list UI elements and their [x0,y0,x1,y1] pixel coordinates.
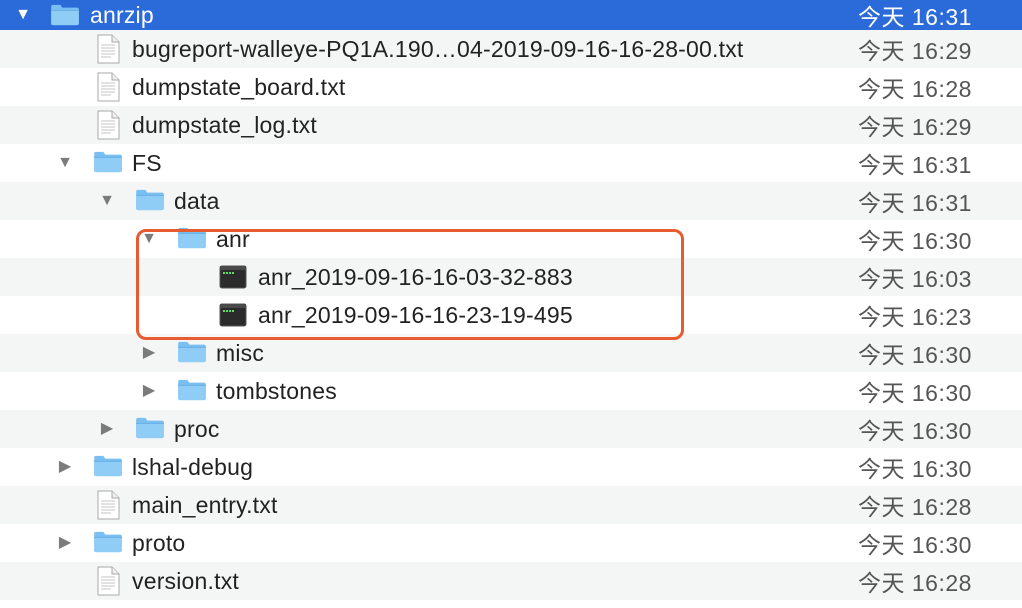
list-item[interactable]: anr_2019-09-16-16-23-19-495 今天 16:23 [0,296,1022,334]
item-date: 今天 16:28 [858,76,972,102]
item-name: proto [132,529,186,556]
item-name: FS [132,149,162,176]
list-item[interactable]: ▼ anrzip 今天 16:31 [0,0,1022,30]
list-item[interactable]: ▶ lshal-debug 今天 16:30 [0,448,1022,486]
list-item[interactable]: main_entry.txt 今天 16:28 [0,486,1022,524]
folder-icon [177,341,207,363]
chevron-down-icon[interactable]: ▼ [96,190,118,212]
item-date: 今天 16:28 [858,570,972,596]
item-date: 今天 16:30 [858,456,972,482]
folder-icon [177,227,207,249]
item-name: lshal-debug [132,453,254,480]
terminal-icon [219,303,247,327]
item-date: 今天 16:30 [858,380,972,406]
item-date: 今天 16:31 [858,190,972,216]
list-item[interactable]: ▶ proto 今天 16:30 [0,524,1022,562]
folder-icon [135,417,165,439]
item-name: tombstones [216,377,337,404]
list-item[interactable]: bugreport-walleye-PQ1A.190…04-2019-09-16… [0,30,1022,68]
item-date: 今天 16:03 [858,266,972,292]
folder-icon [135,189,165,211]
item-name: proc [174,415,220,442]
item-date: 今天 16:29 [858,38,972,64]
item-date: 今天 16:23 [858,304,972,330]
item-name: dumpstate_log.txt [132,111,317,138]
list-item[interactable]: ▶ misc 今天 16:30 [0,334,1022,372]
chevron-down-icon[interactable]: ▼ [138,228,160,250]
item-name: dumpstate_board.txt [132,73,346,100]
chevron-right-icon[interactable]: ▶ [96,418,118,440]
item-name: misc [216,339,265,366]
folder-icon [177,379,207,401]
item-name: anrzip [90,1,154,28]
list-item[interactable]: ▼ data 今天 16:31 [0,182,1022,220]
chevron-right-icon[interactable]: ▶ [54,456,76,478]
item-name: anr_2019-09-16-16-23-19-495 [258,301,573,328]
list-item[interactable]: dumpstate_board.txt 今天 16:28 [0,68,1022,106]
item-date: 今天 16:30 [858,342,972,368]
chevron-right-icon[interactable]: ▶ [138,342,160,364]
chevron-right-icon[interactable]: ▶ [54,532,76,554]
folder-icon [93,455,123,477]
chevron-down-icon[interactable]: ▼ [54,152,76,174]
text-file-icon [97,490,120,520]
text-file-icon [97,110,120,140]
list-item[interactable]: version.txt 今天 16:28 [0,562,1022,600]
item-date: 今天 16:28 [858,494,972,520]
item-date: 今天 16:30 [858,228,972,254]
list-item[interactable]: ▼ FS 今天 16:31 [0,144,1022,182]
chevron-down-icon[interactable]: ▼ [12,4,34,26]
text-file-icon [97,566,120,596]
item-date: 今天 16:31 [858,4,972,30]
text-file-icon [97,34,120,64]
folder-icon [93,531,123,553]
chevron-right-icon[interactable]: ▶ [138,380,160,402]
list-item[interactable]: ▶ proc 今天 16:30 [0,410,1022,448]
terminal-icon [219,265,247,289]
list-item[interactable]: dumpstate_log.txt 今天 16:29 [0,106,1022,144]
item-name: bugreport-walleye-PQ1A.190…04-2019-09-16… [132,35,744,62]
list-item[interactable]: ▼ anr 今天 16:30 [0,220,1022,258]
item-name: main_entry.txt [132,491,278,518]
item-name: version.txt [132,567,240,594]
item-name: anr_2019-09-16-16-03-32-883 [258,263,573,290]
item-date: 今天 16:30 [858,418,972,444]
item-date: 今天 16:29 [858,114,972,140]
item-name: data [174,187,220,214]
folder-icon [93,151,123,173]
file-list: ▼ anrzip 今天 16:31 bugreport-walleye-PQ1A… [0,0,1022,600]
text-file-icon [97,72,120,102]
list-item[interactable]: anr_2019-09-16-16-03-32-883 今天 16:03 [0,258,1022,296]
list-item[interactable]: ▶ tombstones 今天 16:30 [0,372,1022,410]
item-date: 今天 16:31 [858,152,972,178]
item-date: 今天 16:30 [858,532,972,558]
item-name: anr [216,225,250,252]
folder-icon [50,4,80,26]
